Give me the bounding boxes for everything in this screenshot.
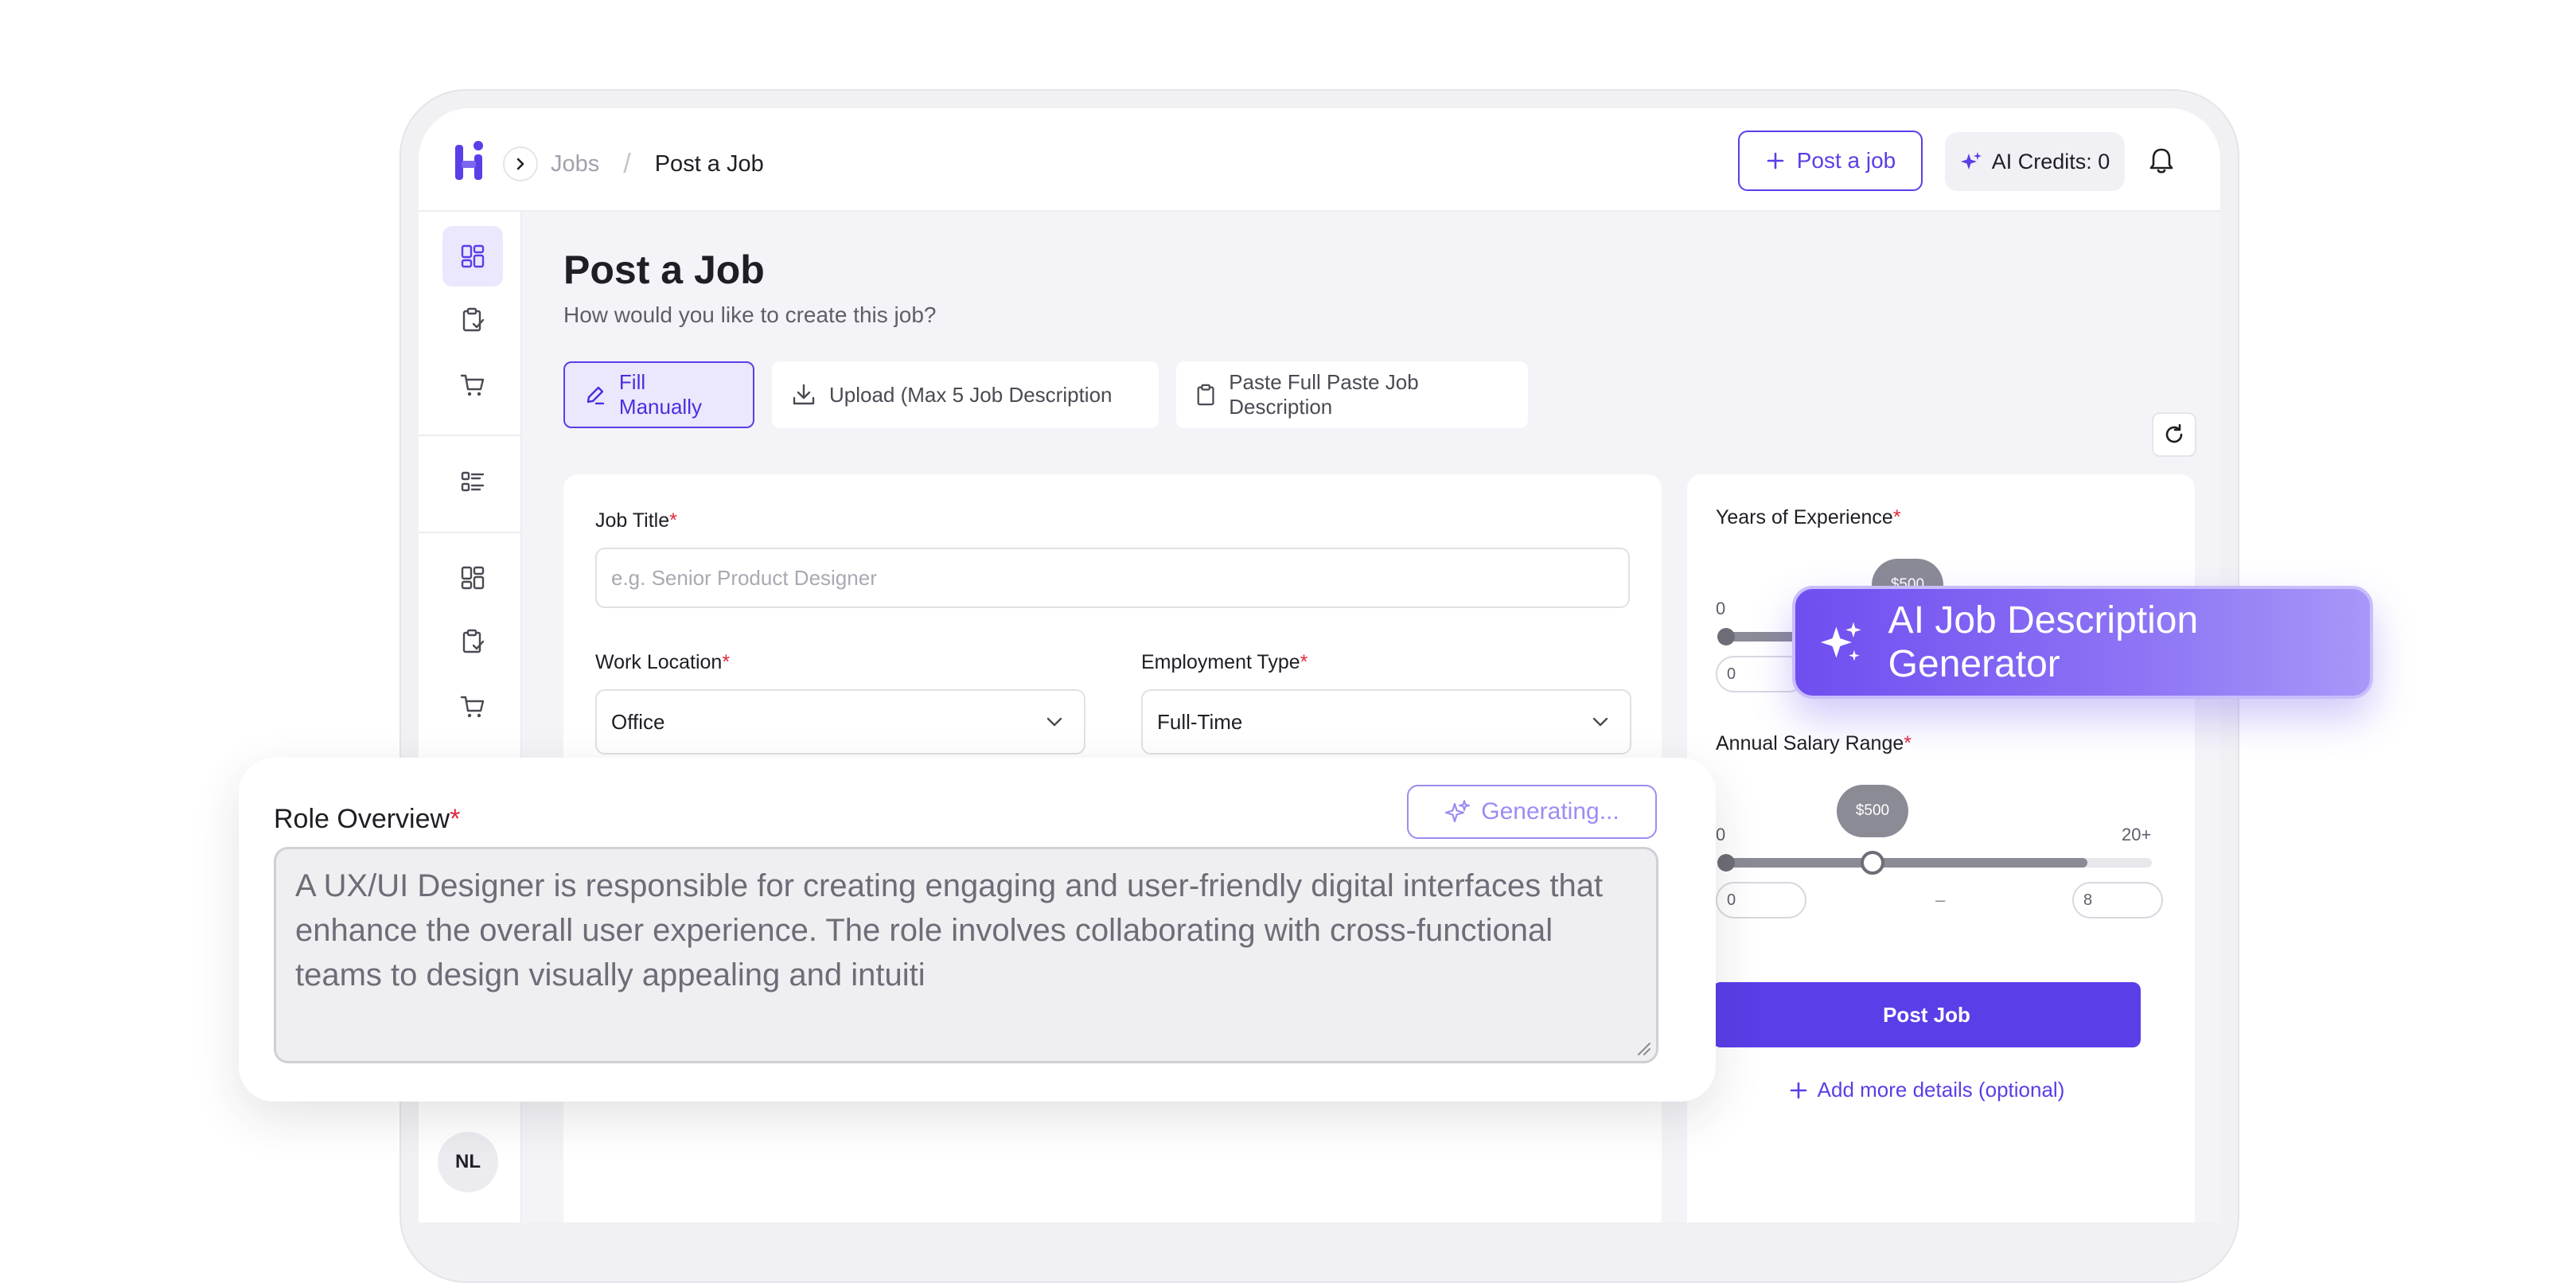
- work-location-select[interactable]: Office: [595, 689, 1085, 755]
- sidebar-divider: [419, 532, 520, 533]
- post-a-job-label: Post a job: [1796, 148, 1896, 173]
- work-location-value: Office: [611, 709, 665, 734]
- experience-label: Years of Experience*: [1716, 506, 1901, 528]
- ai-credits-badge[interactable]: AI Credits: 0: [1945, 132, 2125, 191]
- tab-upload[interactable]: Upload (Max 5 Job Description: [772, 361, 1159, 428]
- sidebar-item-tasks-2[interactable]: [442, 611, 503, 672]
- ai-credits-label: AI Credits: 0: [1991, 149, 2110, 174]
- plus-icon: [1790, 1082, 1806, 1098]
- generating-label: Generating...: [1481, 798, 1619, 825]
- sidebar-item-cart[interactable]: [442, 355, 503, 415]
- breadcrumb-jobs-link[interactable]: Jobs: [551, 151, 599, 177]
- employment-type-select[interactable]: Full-Time: [1141, 689, 1631, 755]
- sidebar-divider: [419, 435, 520, 436]
- dashboard-icon: [461, 566, 485, 590]
- tab-fill-manually-label: Fill Manually: [618, 370, 702, 419]
- breadcrumb: Jobs / Post a Job: [551, 146, 764, 181]
- sidebar-item-tasks[interactable]: [442, 290, 503, 350]
- cart-icon: [460, 374, 485, 396]
- role-overview-text: A UX/UI Designer is responsible for crea…: [295, 868, 1604, 992]
- salary-slider-min-handle[interactable]: [1717, 854, 1735, 872]
- bell-icon[interactable]: [2145, 145, 2177, 177]
- salary-slider-thumb[interactable]: [1861, 851, 1884, 875]
- salary-label: Annual Salary Range*: [1716, 732, 1912, 755]
- clipboard-icon: [1197, 384, 1214, 406]
- user-avatar[interactable]: NL: [438, 1132, 498, 1192]
- sparkle-icon: [1960, 152, 1982, 170]
- role-overview-label: Role Overview*: [274, 804, 461, 834]
- generating-button[interactable]: Generating...: [1407, 785, 1657, 839]
- list-icon: [461, 471, 485, 492]
- salary-max-label: 20+: [2122, 825, 2152, 844]
- add-more-details-link[interactable]: Add more details (optional): [1713, 1078, 2141, 1102]
- salary-slider-fill: [1722, 858, 2087, 868]
- page-subtitle: How would you like to create this job?: [563, 302, 937, 327]
- download-icon: [793, 384, 815, 405]
- chevron-right-icon: [516, 158, 524, 170]
- refresh-icon: [2165, 423, 2183, 443]
- salary-min-label: 0: [1716, 825, 1726, 844]
- salary-range-dash: –: [1935, 890, 1946, 910]
- breadcrumb-current: Post a Job: [654, 150, 764, 177]
- clipboard-check-icon: [462, 629, 485, 653]
- chevron-down-icon: [1046, 717, 1062, 727]
- job-title-label: Job Title*: [595, 509, 677, 532]
- employment-type-label: Employment Type*: [1141, 651, 1308, 673]
- refresh-button[interactable]: [2152, 412, 2196, 457]
- add-more-details-label: Add more details (optional): [1817, 1078, 2065, 1102]
- top-bar: Jobs / Post a Job Post a job AI Credits:…: [419, 108, 2220, 212]
- employment-type-value: Full-Time: [1157, 709, 1243, 734]
- job-title-input[interactable]: e.g. Senior Product Designer: [595, 548, 1630, 608]
- work-location-label: Work Location*: [595, 651, 731, 673]
- resize-grip-icon[interactable]: [1634, 1039, 1651, 1056]
- experience-slider-min-handle[interactable]: [1717, 628, 1735, 645]
- breadcrumb-separator: /: [623, 148, 631, 179]
- page-title: Post a Job: [563, 248, 765, 292]
- sidebar-item-dashboard[interactable]: [442, 226, 503, 287]
- role-overview-textarea[interactable]: A UX/UI Designer is responsible for crea…: [274, 847, 1658, 1063]
- sidebar-item-cart-2[interactable]: [442, 677, 503, 737]
- chevron-down-icon: [1592, 717, 1608, 727]
- ai-badge-label: AI Job Description Generator: [1888, 599, 2199, 685]
- plus-icon: [1767, 152, 1784, 170]
- tab-fill-manually[interactable]: Fill Manually: [563, 361, 754, 428]
- brand-logo: [455, 141, 483, 180]
- salary-max-input[interactable]: 8: [2072, 882, 2163, 918]
- tab-upload-label: Upload (Max 5 Job Description: [829, 382, 1113, 407]
- cart-icon: [460, 696, 485, 718]
- salary-value-bubble: $500: [1837, 785, 1908, 837]
- tab-paste-label: Paste Full Paste Job Description: [1229, 370, 1419, 419]
- salary-min-input[interactable]: 0: [1716, 882, 1806, 918]
- sidebar-item-dashboard-2[interactable]: [442, 548, 503, 608]
- clipboard-check-icon: [462, 307, 485, 332]
- sparkles-icon: [1820, 622, 1861, 661]
- tab-paste[interactable]: Paste Full Paste Job Description: [1176, 361, 1528, 428]
- post-a-job-button[interactable]: Post a job: [1738, 131, 1923, 191]
- post-job-button[interactable]: Post Job: [1713, 982, 2141, 1047]
- sidebar-toggle-button[interactable]: [503, 146, 538, 181]
- sparkle-icon: [1445, 800, 1471, 823]
- experience-min-label: 0: [1716, 599, 1726, 618]
- pencil-icon: [587, 386, 605, 405]
- sidebar-item-list[interactable]: [442, 452, 503, 513]
- ai-job-description-generator-badge: AI Job Description Generator: [1792, 586, 2373, 699]
- dashboard-icon: [461, 244, 485, 268]
